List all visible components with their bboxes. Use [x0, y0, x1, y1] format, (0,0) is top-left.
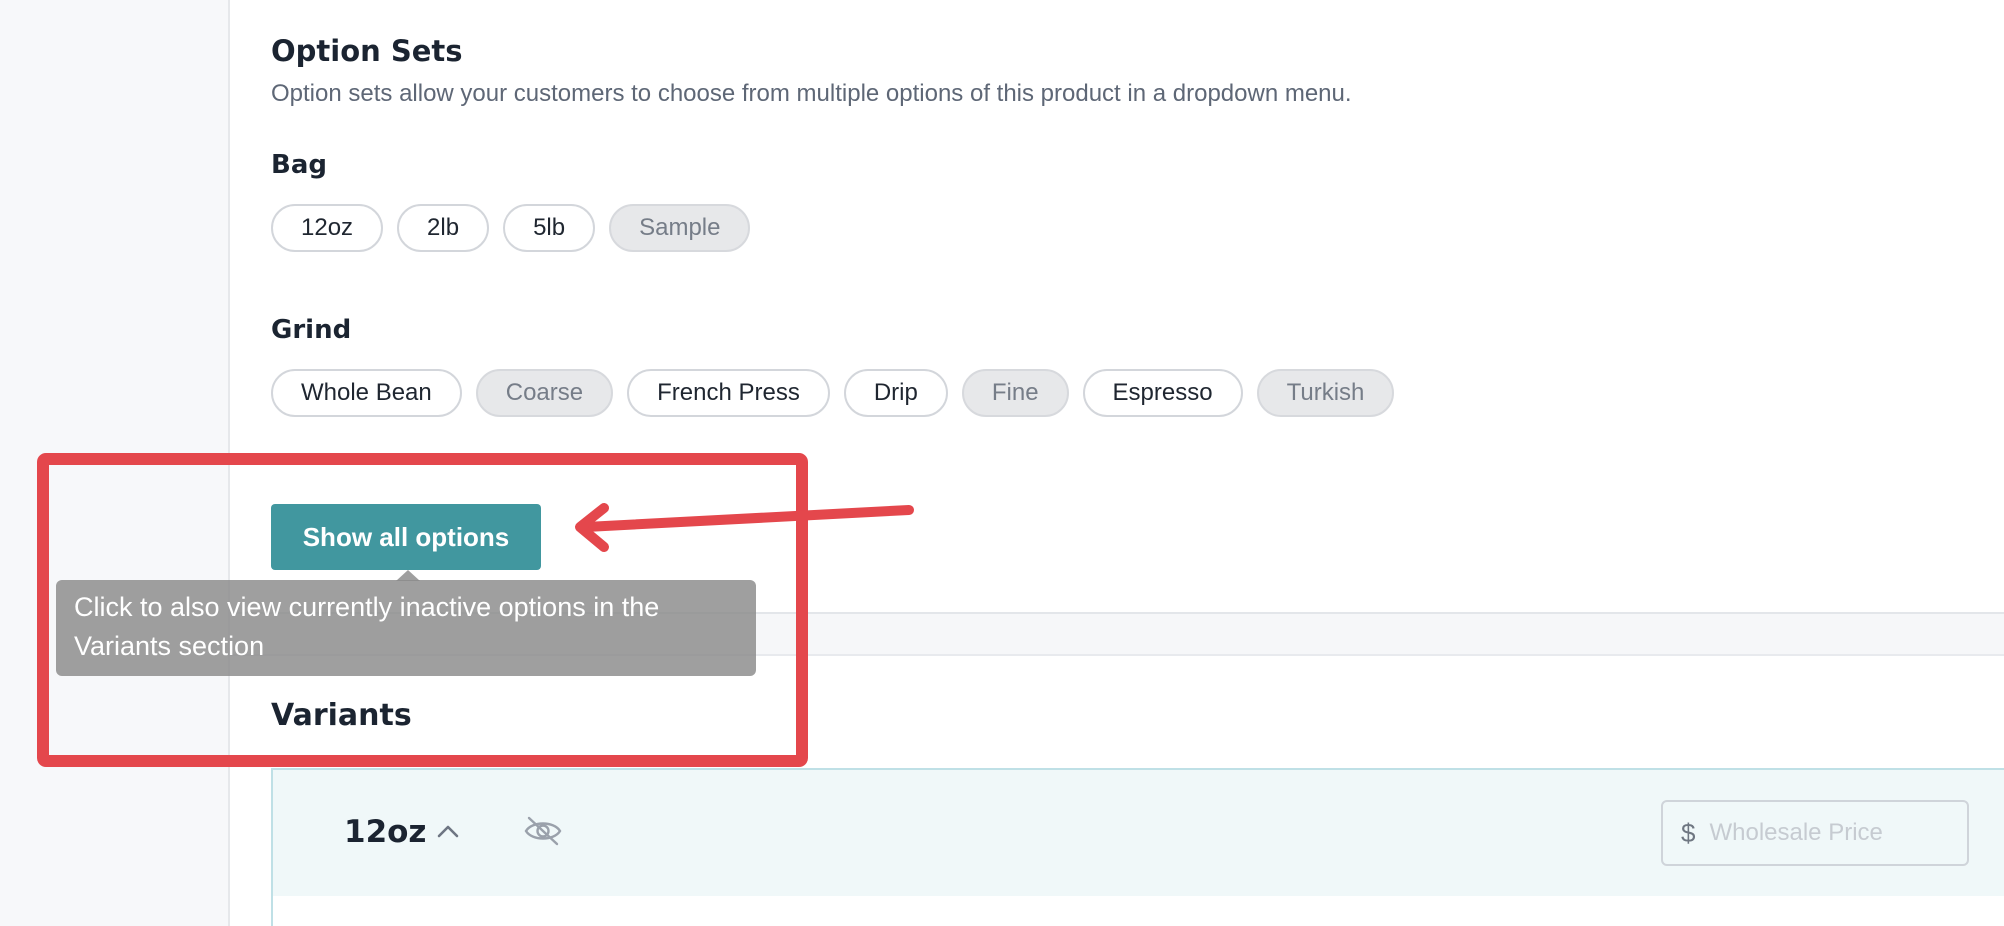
eye-off-icon[interactable] — [523, 814, 563, 848]
currency-symbol: $ — [1681, 817, 1696, 848]
show-all-tooltip: Click to also view currently inactive op… — [56, 580, 756, 676]
show-all-options-button[interactable]: Show all options — [271, 504, 541, 570]
wholesale-price-input[interactable] — [1707, 818, 1952, 848]
option-group-label-grind: Grind — [271, 315, 352, 345]
option-sets-description: Option sets allow your customers to choo… — [271, 80, 1352, 107]
option-chips-bag: 12oz 2lb 5lb Sample — [271, 204, 751, 252]
option-chip[interactable]: Drip — [843, 369, 948, 417]
chevron-up-icon[interactable] — [435, 821, 461, 841]
option-chips-grind: Whole Bean Coarse French Press Drip Fine… — [271, 369, 1395, 417]
option-chip-inactive[interactable]: Turkish — [1256, 369, 1395, 417]
option-chip[interactable]: 5lb — [503, 204, 596, 252]
option-chip[interactable]: 2lb — [397, 204, 490, 252]
variant-name: 12oz — [344, 814, 427, 850]
variants-title: Variants — [271, 698, 412, 733]
left-sidebar — [0, 0, 230, 926]
option-chip[interactable]: Whole Bean — [271, 369, 462, 417]
variant-header[interactable]: 12oz $ — [273, 770, 2004, 896]
wholesale-price-field[interactable]: $ — [1661, 800, 1969, 866]
option-chip-inactive[interactable]: Fine — [961, 369, 1069, 417]
option-sets-title: Option Sets — [271, 34, 463, 68]
option-chip[interactable]: 12oz — [271, 204, 384, 252]
option-chip[interactable]: French Press — [627, 369, 830, 417]
variant-card-12oz: 12oz $ — [271, 768, 2004, 926]
option-group-label-bag: Bag — [271, 150, 327, 180]
option-chip[interactable]: Espresso — [1082, 369, 1243, 417]
option-chip-inactive[interactable]: Sample — [609, 204, 751, 252]
option-chip-inactive[interactable]: Coarse — [475, 369, 614, 417]
